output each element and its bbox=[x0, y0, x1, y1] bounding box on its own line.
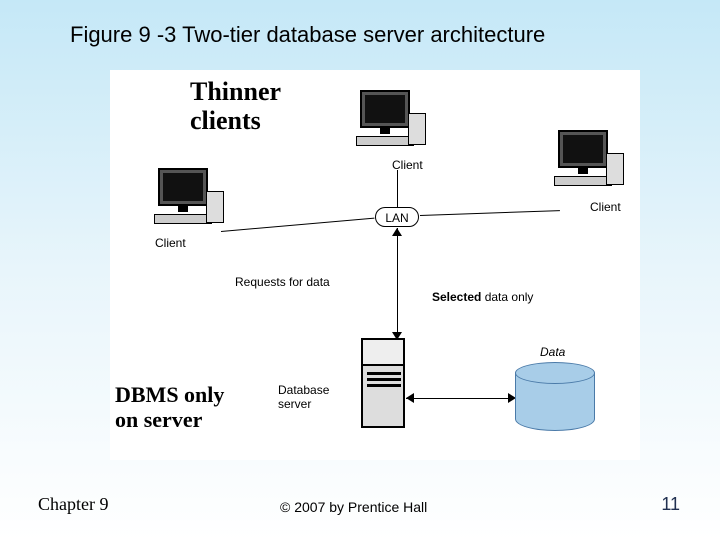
selected-label: Selected data only bbox=[432, 290, 533, 304]
slide-number: 11 bbox=[661, 494, 680, 515]
copyright-text: © 2007 by Prentice Hall bbox=[280, 499, 427, 515]
line-server-data bbox=[406, 398, 514, 399]
annotation-thinner-clients: Thinnerclients bbox=[190, 78, 281, 135]
figure-title: Figure 9 -3 Two-tier database server arc… bbox=[70, 22, 545, 48]
requests-label: Requests for data bbox=[235, 275, 330, 289]
line-lan-server bbox=[397, 228, 398, 338]
db-server-label: Databaseserver bbox=[278, 383, 329, 412]
selected-bold: Selected bbox=[432, 290, 481, 304]
line-client-middle bbox=[397, 170, 398, 207]
database-server-icon bbox=[355, 338, 410, 433]
lan-node: LAN bbox=[375, 207, 419, 227]
client-pc-middle bbox=[350, 90, 420, 155]
data-label: Data bbox=[540, 345, 565, 359]
client-pc-right bbox=[548, 130, 618, 195]
selected-rest: data only bbox=[485, 290, 534, 304]
chapter-label: Chapter 9 bbox=[38, 494, 108, 515]
client-pc-left bbox=[148, 168, 218, 233]
client-label-right: Client bbox=[590, 200, 621, 214]
annotation-dbms-server: DBMS onlyon server bbox=[115, 382, 224, 433]
arrow-up-icon bbox=[392, 228, 402, 236]
client-label-left: Client bbox=[155, 236, 186, 250]
data-cylinder-icon bbox=[515, 362, 595, 434]
arrow-left-icon bbox=[406, 393, 414, 403]
